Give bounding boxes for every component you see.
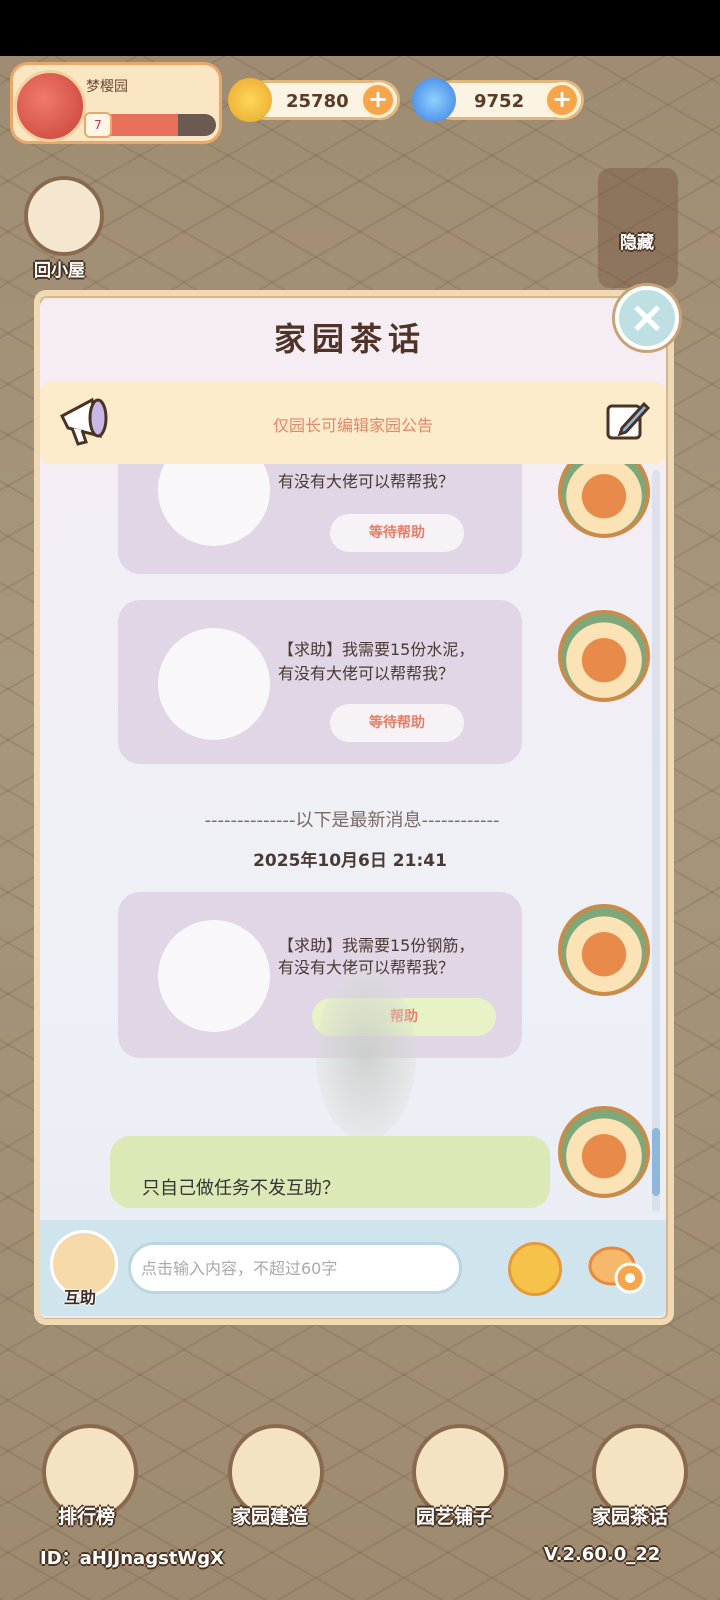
chat-scrollbar-thumb[interactable]: [652, 1128, 660, 1196]
assist-button-label[interactable]: 互助: [64, 1284, 96, 1308]
user-message-text: 只自己做任务不发互助？: [142, 1178, 340, 1199]
request-text: 有没有大佬可以帮帮我？: [278, 664, 455, 683]
coin-icon: [228, 78, 272, 122]
fox-avatar-icon[interactable]: [558, 464, 650, 538]
request-text: 【求助】我需要15份水泥，: [278, 640, 475, 659]
nav-label-leaderboard[interactable]: 排行榜: [58, 1502, 115, 1529]
level-badge: 7: [84, 112, 112, 138]
smiley-emoji-icon[interactable]: [508, 1242, 562, 1296]
close-button[interactable]: ×: [615, 286, 679, 350]
modal-title: 家园茶话: [273, 320, 426, 358]
add-coins-button[interactable]: +: [360, 82, 396, 118]
hide-label[interactable]: 隐藏: [620, 228, 654, 253]
rose-avatar-icon[interactable]: [14, 70, 86, 142]
player-id: ID：aHJJnagstWgX: [40, 1548, 225, 1569]
garden-name: 梦樱园: [86, 79, 128, 95]
app-version: V.2.60.0_22: [544, 1544, 661, 1565]
coin-value: 25780: [286, 91, 349, 112]
status-bar: [0, 0, 720, 56]
edit-announcement-icon[interactable]: [604, 398, 650, 444]
swirl-gem-icon: [412, 78, 456, 122]
waiting-help-button[interactable]: 等待帮助: [330, 514, 464, 552]
chat-scrollbar-track[interactable]: [652, 470, 660, 1212]
blurred-region: [316, 970, 416, 1140]
latest-messages-divider: --------------以下是最新消息------------: [204, 810, 500, 831]
home-label: 回小屋: [34, 261, 85, 281]
nav-label-build[interactable]: 家园建造: [232, 1502, 308, 1529]
request-text: 【求助】我需要15份钢筋，: [278, 936, 475, 955]
gem-value: 9752: [474, 91, 525, 112]
nav-label-garden-shop[interactable]: 园艺铺子: [416, 1502, 492, 1529]
cement-bags-icon: [158, 628, 270, 740]
fox-avatar-icon[interactable]: [558, 610, 650, 702]
request-text: 有没有大佬可以帮帮我？: [278, 472, 455, 491]
chat-settings-gear-icon[interactable]: [586, 1242, 650, 1298]
chat-input[interactable]: [128, 1242, 462, 1294]
fox-avatar-icon[interactable]: [558, 1106, 650, 1198]
announcement-text: 仅园长可编辑家园公告: [272, 416, 433, 435]
home-house-icon[interactable]: [24, 176, 104, 256]
add-gems-button[interactable]: +: [544, 82, 580, 118]
message-timestamp: 2025年10月6日 21:41: [253, 851, 447, 871]
waiting-help-button[interactable]: 等待帮助: [330, 704, 464, 742]
nav-label-chat[interactable]: 家园茶话: [592, 1502, 668, 1529]
steel-bars-icon: [158, 920, 270, 1032]
fox-avatar-icon[interactable]: [558, 904, 650, 996]
